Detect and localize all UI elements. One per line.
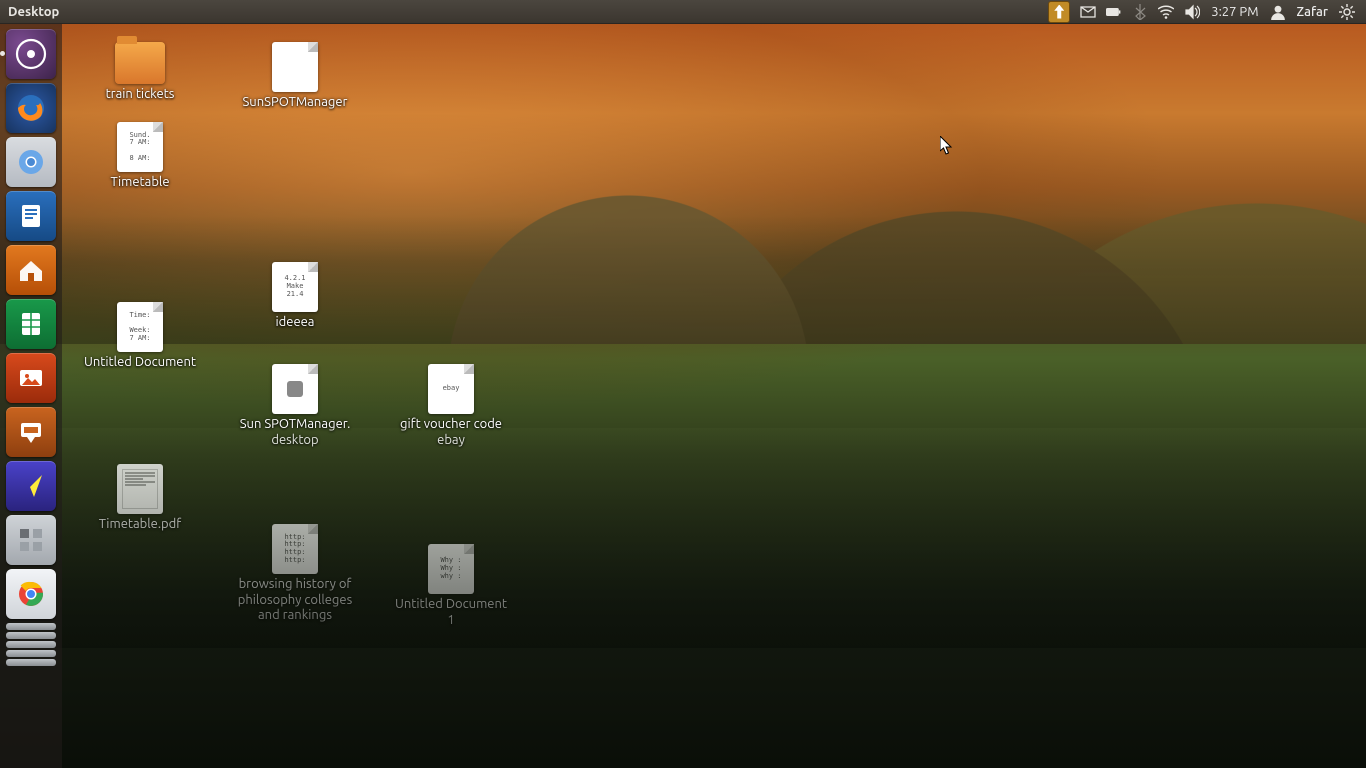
launcher-calc[interactable] bbox=[6, 299, 56, 349]
session-gear-icon[interactable] bbox=[1334, 0, 1360, 24]
desktop-icon-label: Untitled Document bbox=[84, 355, 196, 371]
user-name[interactable]: Zafar bbox=[1291, 5, 1335, 19]
launcher-chrome[interactable] bbox=[6, 569, 56, 619]
desktop-icon-label: Untitled Document 1 bbox=[395, 597, 507, 628]
wifi-icon[interactable] bbox=[1153, 0, 1179, 24]
top-panel: Desktop 3:27 PM Zafar bbox=[0, 0, 1366, 24]
desktop-icon-browsing-hist[interactable]: http: http: http: http:browsing history … bbox=[220, 524, 370, 624]
launcher-overflow[interactable] bbox=[6, 623, 56, 666]
desktop-icon-label: SunSPOTManager bbox=[242, 95, 347, 111]
file-icon bbox=[272, 42, 318, 92]
desktop-icon-train-tickets[interactable]: train tickets bbox=[65, 42, 215, 103]
messages-icon[interactable] bbox=[1075, 0, 1101, 24]
desktop-icon-label: Timetable.pdf bbox=[99, 517, 181, 533]
folder-icon bbox=[115, 42, 165, 84]
desktop-icon-sunspot-jnlp[interactable]: SunSPOTManager bbox=[220, 42, 370, 111]
launcher-chromium[interactable] bbox=[6, 137, 56, 187]
launcher-files[interactable] bbox=[6, 245, 56, 295]
desktop-icon-label: Timetable bbox=[110, 175, 169, 191]
launcher-firefox[interactable] bbox=[6, 83, 56, 133]
file-icon: Sund. 7 AM: 8 AM: bbox=[117, 122, 163, 172]
bluetooth-icon[interactable] bbox=[1127, 0, 1153, 24]
clock[interactable]: 3:27 PM bbox=[1205, 5, 1264, 19]
file-icon: ebay bbox=[428, 364, 474, 414]
launcher-dash[interactable] bbox=[6, 29, 56, 79]
file-icon: Time: Week: 7 AM: bbox=[117, 302, 163, 352]
panel-title: Desktop bbox=[8, 5, 59, 19]
desktop-icon-label: gift voucher code ebay bbox=[400, 417, 502, 448]
launcher-writer[interactable] bbox=[6, 191, 56, 241]
desktop-icon-untitled-1[interactable]: Why : Why : why :Untitled Document 1 bbox=[376, 544, 526, 628]
battery-icon[interactable] bbox=[1101, 0, 1127, 24]
launcher-geo[interactable] bbox=[6, 461, 56, 511]
file-icon bbox=[117, 464, 163, 514]
launcher-impress[interactable] bbox=[6, 407, 56, 457]
desktop-icon-label: Sun SPOTManager. desktop bbox=[240, 417, 351, 448]
desktop-icon-gift-voucher[interactable]: ebaygift voucher code ebay bbox=[376, 364, 526, 448]
desktop-icon-label: ideeea bbox=[276, 315, 315, 331]
desktop-icon-untitled-doc[interactable]: Time: Week: 7 AM: Untitled Document bbox=[65, 302, 215, 371]
file-icon: Why : Why : why : bbox=[428, 544, 474, 594]
file-icon: http: http: http: http: bbox=[272, 524, 318, 574]
desktop-icon-sunspot-desktop[interactable]: Sun SPOTManager. desktop bbox=[220, 364, 370, 448]
desktop-icon-timetable-txt[interactable]: Sund. 7 AM: 8 AM: Timetable bbox=[65, 122, 215, 191]
launcher bbox=[0, 24, 62, 768]
sound-icon[interactable] bbox=[1179, 0, 1205, 24]
desktop-icon-ideeea[interactable]: 4.2.1 Make 21.4 ideeea bbox=[220, 262, 370, 331]
file-icon bbox=[272, 364, 318, 414]
desktop-icon-timetable-pdf[interactable]: Timetable.pdf bbox=[65, 464, 215, 533]
launcher-workspaces[interactable] bbox=[6, 515, 56, 565]
desktop-icon-label: browsing history of philosophy colleges … bbox=[238, 577, 352, 624]
update-notifier-icon[interactable] bbox=[1043, 0, 1075, 24]
desktop-area[interactable]: train tickets SunSPOTManager Sund. 7 AM: 8… bbox=[0, 24, 1366, 768]
user-icon[interactable] bbox=[1265, 0, 1291, 24]
launcher-shotwell[interactable] bbox=[6, 353, 56, 403]
desktop-icon-label: train tickets bbox=[106, 87, 175, 103]
file-icon: 4.2.1 Make 21.4 bbox=[272, 262, 318, 312]
